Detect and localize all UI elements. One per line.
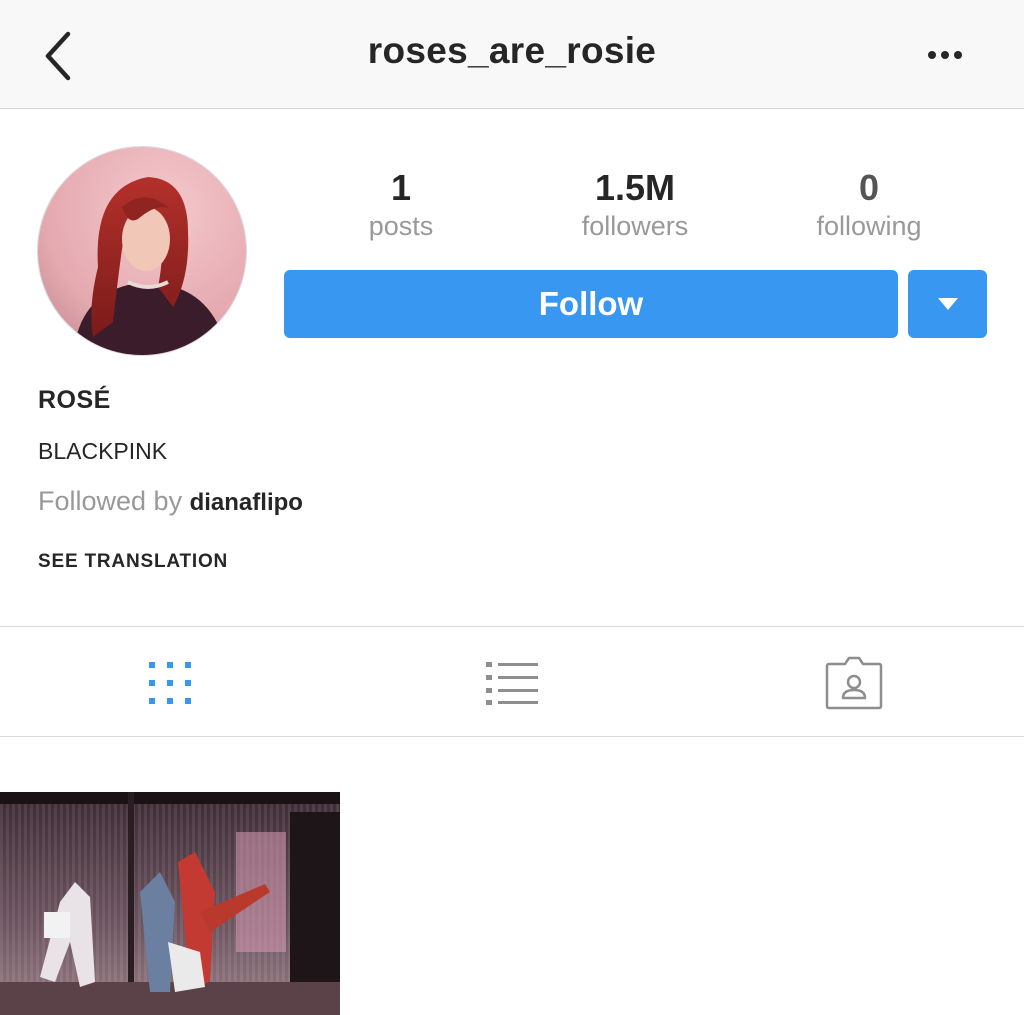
more-horizontal-icon	[928, 51, 962, 59]
grid-icon	[149, 662, 191, 704]
followers-stat[interactable]: 1.5M followers	[525, 168, 745, 244]
suggested-accounts-dropdown-button[interactable]	[908, 270, 987, 338]
profile-username-title: roses_are_rosie	[367, 30, 657, 71]
posts-count: 1	[390, 167, 412, 208]
top-nav-bar: roses_are_rosie	[0, 0, 1024, 109]
tab-bar-bottom-divider	[0, 736, 1024, 737]
tab-tagged[interactable]	[804, 640, 904, 726]
followed-by-prefix: Followed by	[38, 486, 183, 516]
avatar-photo	[38, 147, 246, 355]
triangle-down-icon	[937, 298, 958, 310]
following-label: following	[816, 211, 922, 241]
tab-list[interactable]	[462, 640, 562, 726]
tab-grid[interactable]	[120, 640, 220, 726]
followers-label: followers	[581, 211, 689, 241]
tab-bar-top-divider	[0, 626, 1024, 627]
follow-button[interactable]: Follow	[284, 270, 898, 338]
see-translation-link[interactable]: SEE TRANSLATION	[38, 551, 228, 573]
more-options-button[interactable]	[920, 40, 970, 70]
posts-label: posts	[368, 211, 434, 241]
post-photo	[0, 792, 340, 1015]
followers-count: 1.5M	[594, 167, 676, 208]
profile-bio: BLACKPINK	[38, 438, 168, 464]
profile-avatar[interactable]	[37, 146, 247, 356]
posts-stat[interactable]: 1 posts	[291, 168, 511, 244]
followed-by-text: Followed by dianaflipo	[38, 486, 303, 517]
following-count: 0	[858, 167, 880, 208]
tagged-photos-icon	[825, 656, 883, 710]
followed-by-user-link[interactable]: dianaflipo	[190, 489, 303, 516]
list-icon	[486, 662, 538, 705]
profile-display-name: ROSÉ	[38, 386, 111, 414]
following-stat[interactable]: 0 following	[759, 168, 979, 244]
post-thumbnail[interactable]	[0, 792, 340, 1015]
